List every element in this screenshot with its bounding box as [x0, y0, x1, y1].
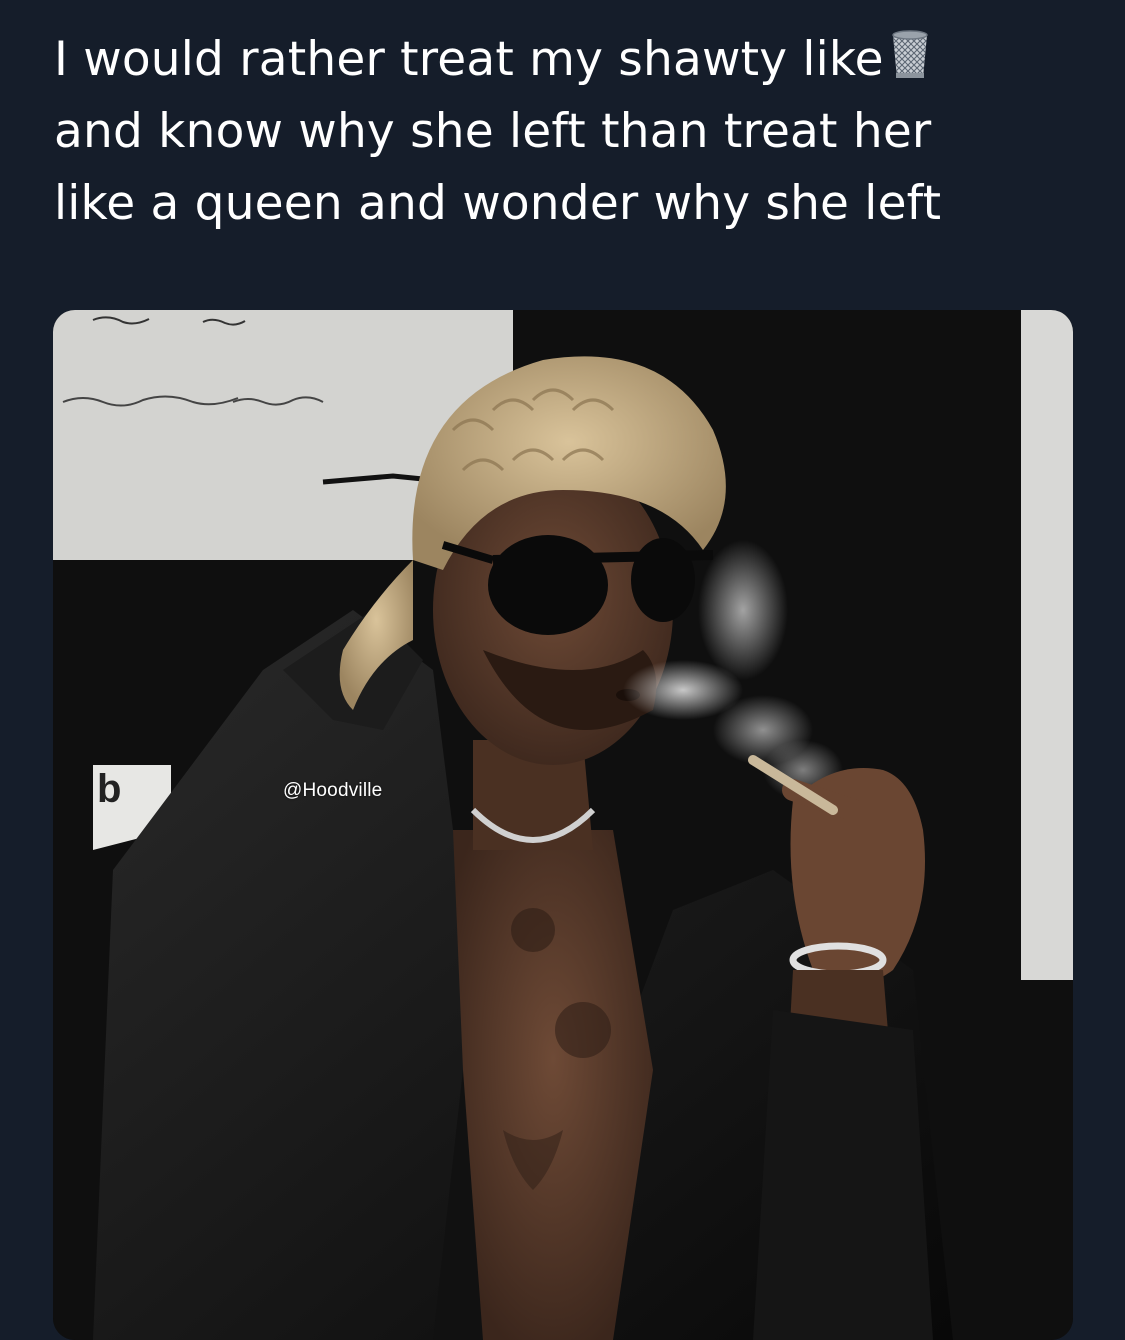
tweet-line-1: I would rather treat my shawty like — [54, 24, 1064, 96]
watermark-text: @Hoodville — [283, 780, 383, 801]
photo-illustration: b — [53, 310, 1073, 1340]
tweet-line-3: like a queen and wonder why she left — [54, 176, 942, 231]
tweet-media-image[interactable]: b @Hoodville — [53, 310, 1073, 1340]
wastebasket-icon — [890, 29, 930, 81]
tweet-line-1-text: I would rather treat my shawty like — [54, 32, 884, 87]
tweet-text: I would rather treat my shawty like and … — [54, 24, 1064, 240]
svg-text:b: b — [97, 767, 121, 811]
tweet-line-2: and know why she left than treat her — [54, 104, 932, 159]
